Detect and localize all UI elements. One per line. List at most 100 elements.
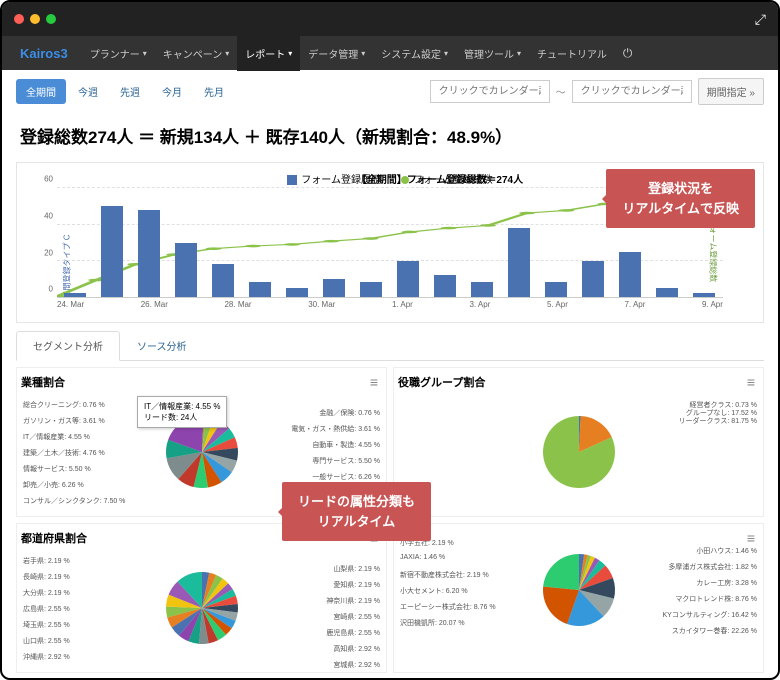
pie-label: 電気・ガス・熱供給: 3.61 %: [291, 424, 380, 434]
menu-0[interactable]: プランナー ▾: [82, 36, 155, 71]
pie-label: スカイタワー巻春: 22.26 %: [672, 626, 757, 636]
main-menu: Kairos3 プランナー ▾キャンペーン ▾レポート ▾データ管理 ▾システム…: [2, 36, 778, 70]
pie-label: 建築／土木／技術: 4.76 %: [23, 448, 105, 458]
pie-label: エーピーシー株式会社: 8.76 %: [400, 602, 496, 612]
y-ticks: 0 20 40 60: [39, 188, 55, 298]
menu-3[interactable]: データ管理 ▾: [300, 36, 373, 71]
pie-label: 高知県: 2.92 %: [333, 644, 380, 654]
pie-pref: ≡ 都道府県割合 岩手県: 2.19 %山梨県: 2.19 %長崎県: 2.19…: [16, 523, 387, 673]
bar[interactable]: [323, 279, 345, 297]
pie-title: 役職グループ割合: [398, 374, 759, 390]
bar[interactable]: [434, 275, 456, 297]
menu-2[interactable]: レポート ▾: [237, 36, 300, 71]
menu-6[interactable]: チュートリアル: [529, 36, 615, 71]
pie-label: 多摩浦ガス株式会社: 1.82 %: [668, 562, 757, 572]
registration-chart: ≡ フォーム登録履歴 フォーム登録総数 【全期間】フォーム登録総数＝274人 日…: [16, 162, 764, 323]
period-filter: 全期間今週先週今月先月 〜 期間指定 »: [16, 78, 764, 105]
pie-label: カレー工房: 3.28 %: [696, 578, 757, 588]
callout-registration: 登録状況をリアルタイムで反映: [606, 169, 755, 228]
analysis-tabs: セグメント分析 ソース分析: [16, 331, 764, 361]
pie-label: 沢田機凱所: 20.07 %: [400, 618, 465, 628]
bar[interactable]: [656, 288, 678, 297]
date-from-input[interactable]: [430, 80, 550, 103]
fullscreen-icon[interactable]: ⤢: [755, 11, 766, 28]
pie-label: 埼玉県: 2.55 %: [23, 620, 70, 630]
bar[interactable]: [212, 264, 234, 297]
bar[interactable]: [397, 261, 419, 297]
pie-label: 広島県: 2.55 %: [23, 604, 70, 614]
bar[interactable]: [138, 210, 160, 297]
bar[interactable]: [175, 243, 197, 298]
pie-label: 自動車・製造: 4.55 %: [312, 440, 380, 450]
x-axis: 24. Mar26. Mar28. Mar30. Mar1. Apr3. Apr…: [57, 300, 723, 318]
bar[interactable]: [286, 288, 308, 297]
period-tab-3[interactable]: 今月: [152, 79, 192, 104]
pie-label: 情報サービス: 5.50 %: [23, 464, 91, 474]
zoom-icon[interactable]: [46, 14, 56, 24]
pie-label: JAXIA: 1.46 %: [400, 554, 445, 561]
bar[interactable]: [545, 282, 567, 297]
bar[interactable]: [249, 282, 271, 297]
pie-label: 宮崎県: 2.55 %: [333, 612, 380, 622]
date-to-input[interactable]: [572, 80, 692, 103]
menu-4[interactable]: システム設定 ▾: [373, 36, 456, 71]
pie-company: ≡ 小学五社: 2.19 %小田ハウス: 1.46 %JAXIA: 1.46 %…: [393, 523, 764, 673]
bar[interactable]: [101, 206, 123, 297]
pie-label: 愛知県: 2.19 %: [333, 580, 380, 590]
pie-title: 業種割合: [21, 374, 382, 390]
pie-label: KYコンサルティング: 16.42 %: [663, 610, 758, 620]
pie-label: 宮城県: 2.92 %: [333, 660, 380, 670]
pie-label: 卸売／小売: 6.26 %: [23, 480, 84, 490]
tab-source[interactable]: ソース分析: [120, 331, 204, 360]
minimize-icon[interactable]: [30, 14, 40, 24]
bar[interactable]: [64, 293, 86, 297]
chart-menu-icon[interactable]: ≡: [747, 374, 755, 390]
app-window: ⤢ Kairos3 プランナー ▾キャンペーン ▾レポート ▾データ管理 ▾シス…: [0, 0, 780, 680]
pie-label: 総合クリーニング: 0.76 %: [23, 400, 105, 410]
menu-5[interactable]: 管理ツール ▾: [456, 36, 529, 71]
brand-logo: Kairos3: [20, 46, 68, 61]
content-area: 全期間今週先週今月先月 〜 期間指定 » 登録総数274人 ＝ 新規134人 ＋…: [2, 70, 778, 678]
bar[interactable]: [582, 261, 604, 297]
bar[interactable]: [693, 293, 715, 297]
titlebar: ⤢: [2, 2, 778, 36]
bar[interactable]: [471, 282, 493, 297]
pie-tooltip: IT／情報産業: 4.55 %リード数: 24人: [137, 396, 227, 428]
pie-role: ≡ 役職グループ割合 経営者クラス: 0.73 %グループなし: 17.52 %…: [393, 367, 764, 517]
date-tilde: 〜: [556, 84, 566, 99]
chart-title: 【全期間】フォーム登録総数＝274人: [357, 171, 523, 186]
menu-1[interactable]: キャンペーン ▾: [155, 36, 238, 71]
callout-lead-attr: リードの属性分類もリアルタイム: [282, 482, 431, 541]
tab-segment[interactable]: セグメント分析: [16, 331, 120, 361]
pie-label: 山口県: 2.55 %: [23, 636, 70, 646]
chart-menu-icon[interactable]: ≡: [370, 374, 378, 390]
pie-label: 一般サービス: 6.26 %: [312, 472, 380, 482]
bar[interactable]: [619, 252, 641, 297]
period-tab-2[interactable]: 先週: [110, 79, 150, 104]
pie-label: 長崎県: 2.19 %: [23, 572, 70, 582]
pie-label: 新宿不動産株式会社: 2.19 %: [400, 570, 489, 580]
pie-label: 沖縄県: 2.92 %: [23, 652, 70, 662]
bar[interactable]: [508, 228, 530, 297]
pie-label: マクロトレンド株: 8.76 %: [675, 594, 757, 604]
summary-heading: 登録総数274人 ＝ 新規134人 ＋ 既存140人（新規割合：48.9%）: [20, 123, 760, 148]
apply-range-button[interactable]: 期間指定 »: [698, 78, 764, 105]
pie-label: 鹿児島県: 2.55 %: [326, 628, 380, 638]
close-icon[interactable]: [14, 14, 24, 24]
power-icon[interactable]: ⏻: [623, 46, 633, 61]
window-controls: [14, 14, 56, 24]
period-tab-1[interactable]: 今週: [68, 79, 108, 104]
bar[interactable]: [360, 282, 382, 297]
pie-label: 山梨県: 2.19 %: [333, 564, 380, 574]
pie-label: コンサル／シンクタンク: 7.50 %: [23, 496, 125, 506]
pie-label: 岩手県: 2.19 %: [23, 556, 70, 566]
pie-label: ガソリン・ガス等: 3.61 %: [23, 416, 105, 426]
period-tab-4[interactable]: 先月: [194, 79, 234, 104]
pie-label: 専門サービス: 5.50 %: [312, 456, 380, 466]
pie-label: IT／情報産業: 4.55 %: [23, 432, 90, 442]
pie-label: リーダークラス: 81.75 %: [679, 416, 757, 426]
pie-label: 大分県: 2.19 %: [23, 588, 70, 598]
period-tab-0[interactable]: 全期間: [16, 79, 66, 104]
pie-label: 神奈川県: 2.19 %: [326, 596, 380, 606]
pie-label: 小大セメント: 6.20 %: [400, 586, 468, 596]
